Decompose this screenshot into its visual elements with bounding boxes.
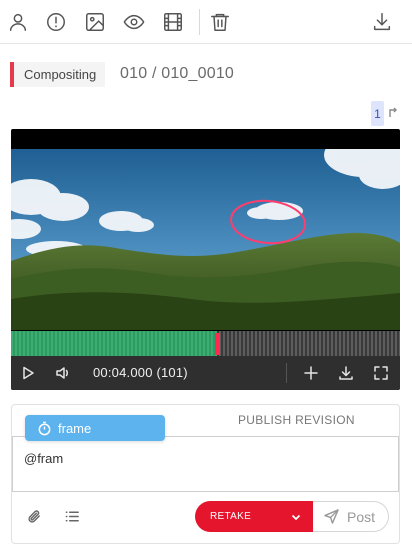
controls-divider: [286, 363, 287, 383]
add-icon[interactable]: [301, 363, 321, 383]
image-icon[interactable]: [83, 10, 107, 34]
video-player[interactable]: 00:04.000 (101): [11, 129, 400, 390]
fullscreen-icon[interactable]: [371, 363, 391, 383]
timeline[interactable]: [11, 331, 400, 356]
attachment-icon[interactable]: [26, 508, 44, 526]
toolbar: [0, 0, 412, 44]
task-type-tag[interactable]: Compositing: [10, 62, 106, 87]
timecode-time: 00:04.000: [93, 365, 153, 380]
eye-icon[interactable]: [122, 10, 146, 34]
timeline-played: [11, 331, 217, 356]
post-label: Post: [347, 508, 376, 525]
timecode: 00:04.000 (101): [93, 365, 188, 380]
shot-name: 010 / 010_0010: [120, 65, 235, 82]
revision-badge[interactable]: 1: [371, 101, 384, 126]
play-icon[interactable]: [18, 363, 38, 383]
playhead[interactable]: [215, 333, 220, 355]
post-button[interactable]: Post: [313, 501, 389, 532]
trash-icon[interactable]: [208, 10, 232, 34]
mention-suggestion-label: frame: [58, 420, 92, 436]
task-type-label: Compositing: [14, 62, 106, 87]
chevron-down-icon[interactable]: [290, 510, 302, 522]
volume-icon[interactable]: [53, 363, 73, 383]
user-icon[interactable]: [6, 10, 30, 34]
film-icon[interactable]: [161, 10, 185, 34]
timer-icon: [38, 421, 51, 435]
comment-textarea[interactable]: @fram: [12, 436, 399, 492]
video-frame[interactable]: [11, 149, 400, 330]
tab-publish-revision[interactable]: PUBLISH REVISION: [238, 413, 355, 427]
retake-label: RETAKE: [210, 511, 252, 522]
mention-suggestion[interactable]: frame: [25, 415, 165, 441]
download-frame-icon[interactable]: [336, 363, 356, 383]
toolbar-divider: [199, 9, 200, 35]
alert-icon[interactable]: [44, 10, 68, 34]
download-icon[interactable]: [370, 10, 394, 34]
timecode-frame: (101): [156, 365, 188, 380]
player-controls: 00:04.000 (101): [11, 356, 400, 390]
send-icon: [324, 509, 339, 524]
checklist-icon[interactable]: [64, 508, 82, 526]
revision-arrow-icon[interactable]: [387, 105, 401, 119]
